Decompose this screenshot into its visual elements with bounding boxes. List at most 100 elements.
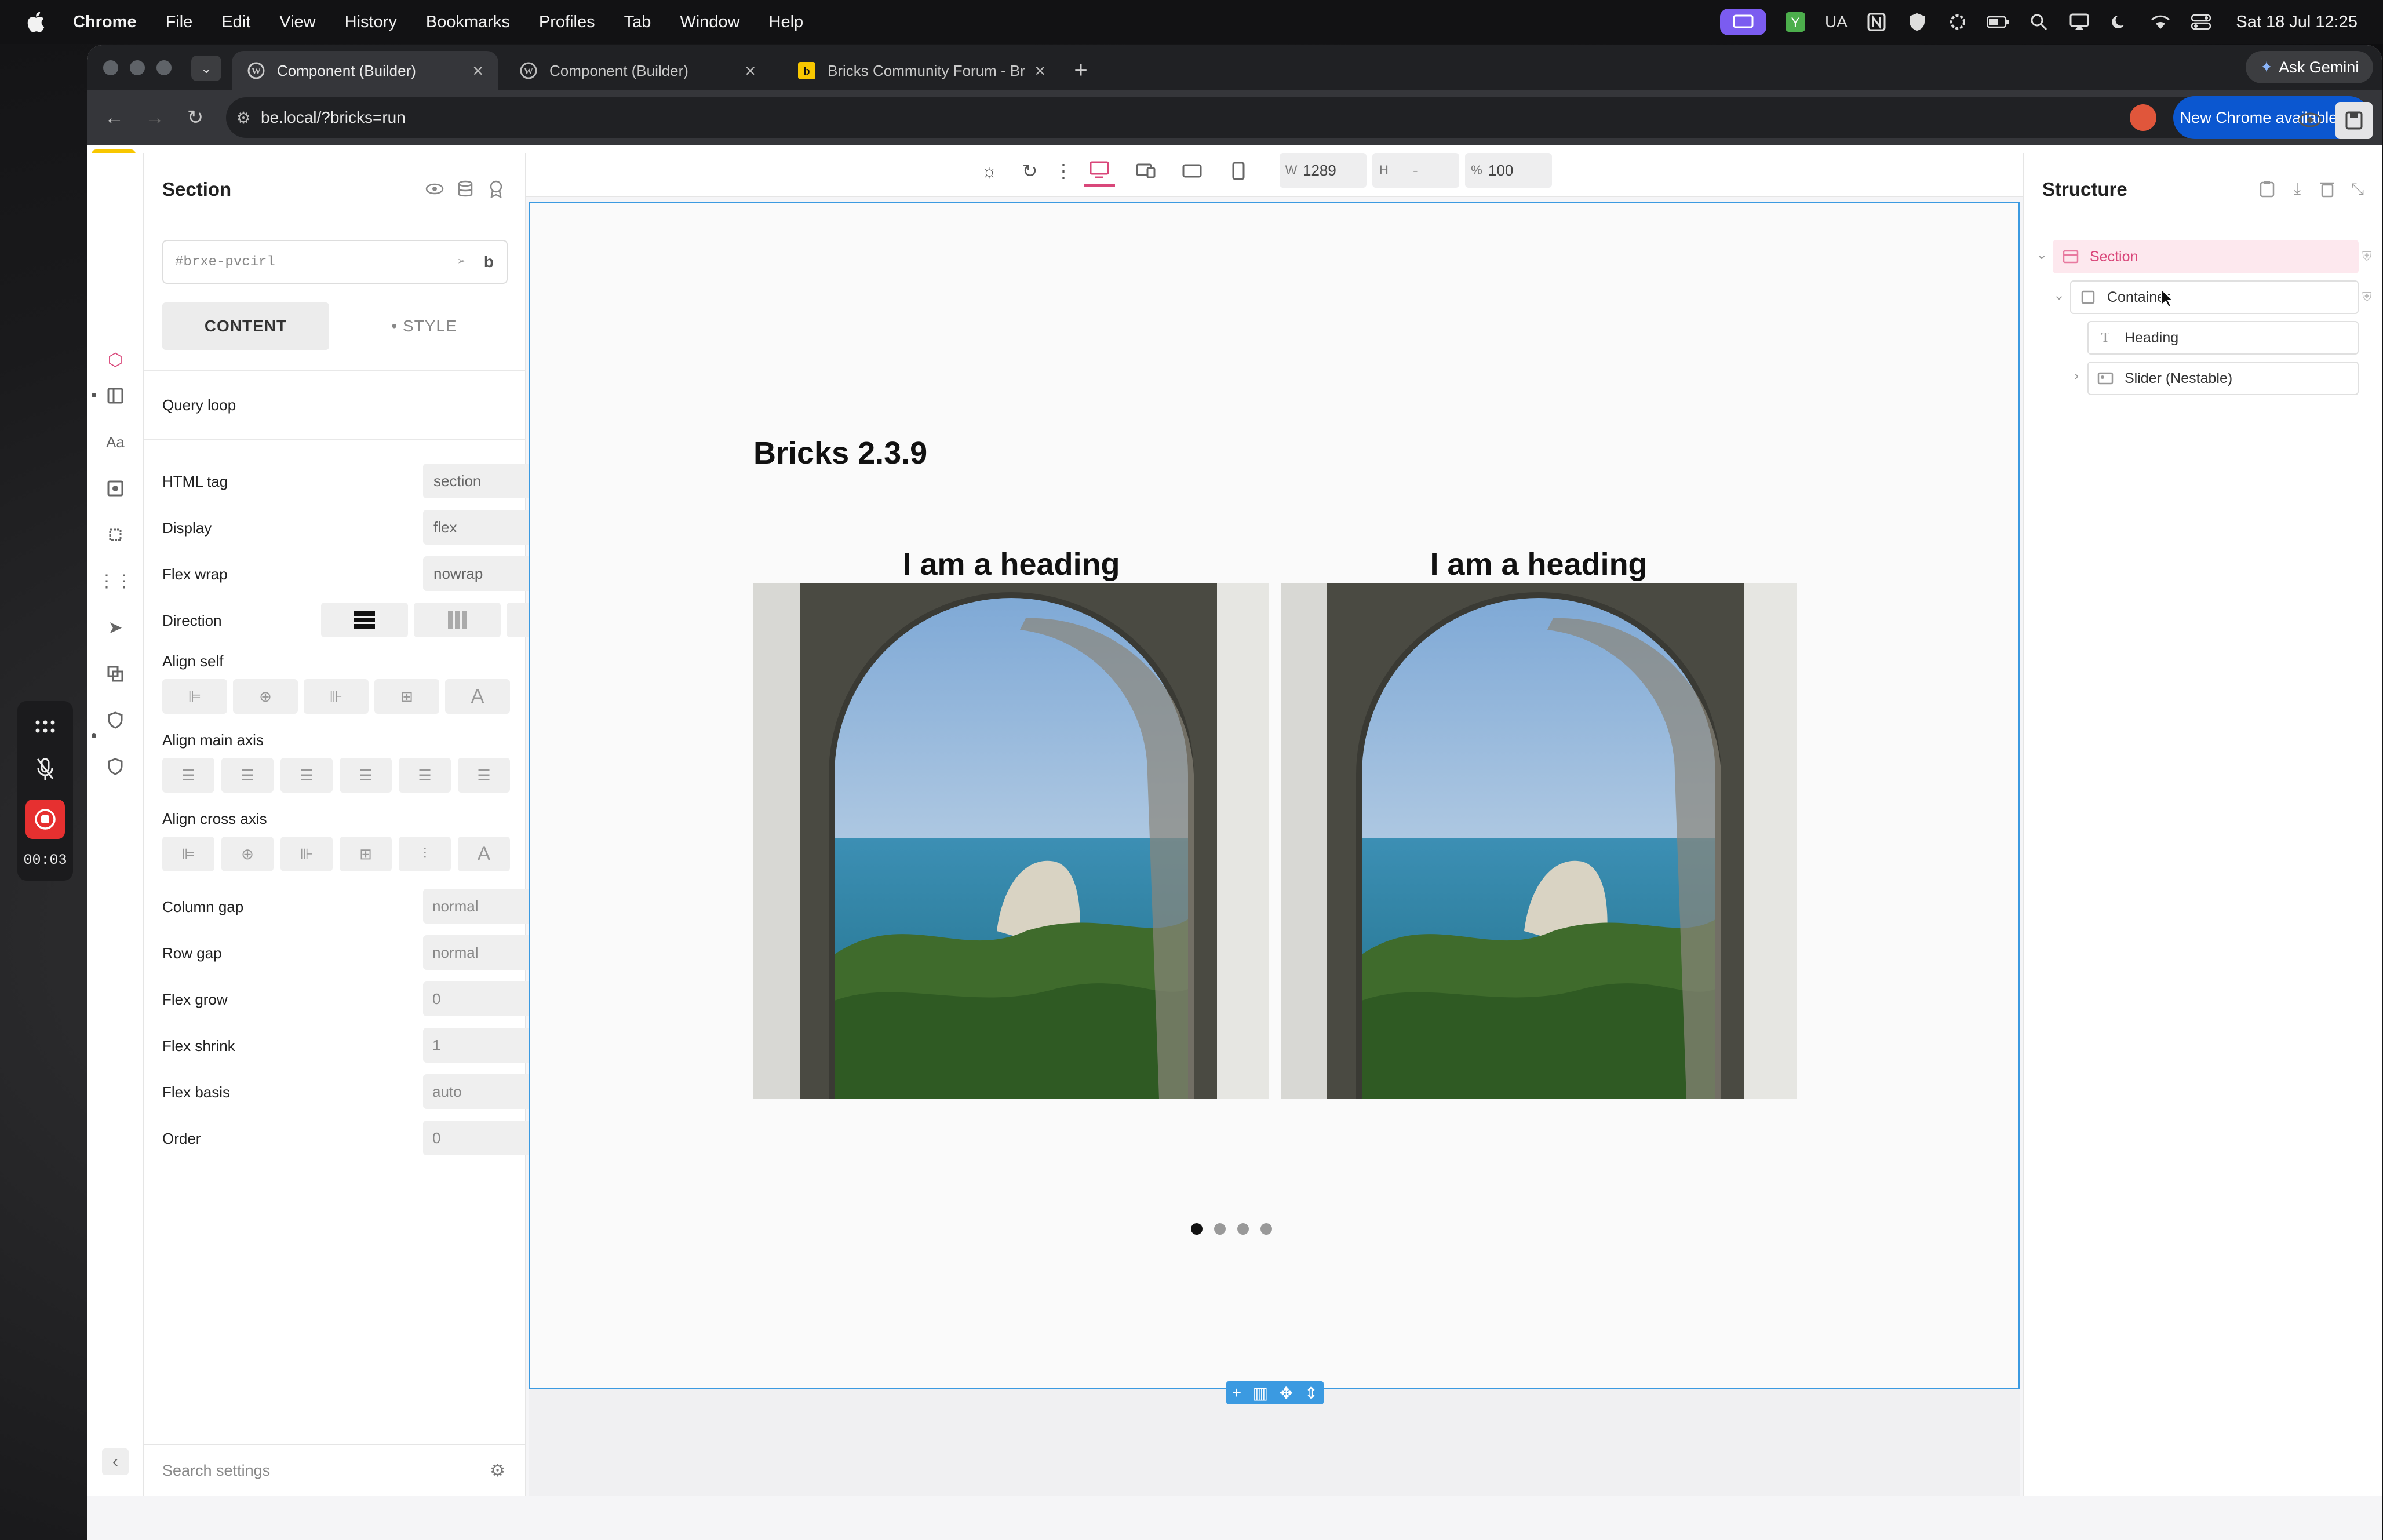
collapse-chevron-left-icon[interactable]: ‹ xyxy=(102,1448,129,1475)
node-shield-icon[interactable]: ⛨ xyxy=(2362,249,2372,264)
microphone-muted-icon[interactable] xyxy=(31,756,59,783)
window-close-button[interactable] xyxy=(103,60,118,75)
visibility-eye-icon[interactable] xyxy=(423,177,446,200)
justify-around-icon[interactable]: ☰ xyxy=(399,758,451,793)
align-self-center-icon[interactable]: ⊕ xyxy=(233,679,298,714)
element-cube-icon[interactable]: ⬡ xyxy=(102,346,129,373)
tab-bricks-forum[interactable]: b Bricks Community Forum - Br × xyxy=(782,51,1061,90)
screen-share-icon[interactable] xyxy=(1720,9,1767,35)
tab-close-icon[interactable]: × xyxy=(1034,60,1045,82)
search-settings-input[interactable]: Search settings ⚙ xyxy=(144,1444,526,1496)
gap-icon[interactable]: ⋮⋮ xyxy=(98,568,133,594)
tab-search-chevron-icon[interactable]: ⌄ xyxy=(191,56,221,81)
slider-slide[interactable]: I am a heading xyxy=(753,545,1269,1099)
section-action-handle[interactable]: + ▥ ✥ ⇕ xyxy=(1226,1381,1324,1404)
gear-badge-icon[interactable] xyxy=(1946,10,1969,34)
align-self-start-icon[interactable]: ⊫ xyxy=(162,679,227,714)
menu-tab[interactable]: Tab xyxy=(624,13,651,32)
window-minimize-button[interactable] xyxy=(130,60,145,75)
pagination-dot-3[interactable] xyxy=(1237,1223,1249,1235)
justify-start-icon[interactable]: ☰ xyxy=(162,758,214,793)
database-icon[interactable] xyxy=(454,177,477,200)
move-vertical-icon[interactable]: ⇕ xyxy=(1305,1384,1318,1403)
justify-center-icon[interactable]: ☰ xyxy=(221,758,274,793)
menu-chrome[interactable]: Chrome xyxy=(73,13,137,32)
structure-node-section[interactable]: Section xyxy=(2053,240,2359,273)
pagination-dot-4[interactable] xyxy=(1260,1223,1272,1235)
pagination-dot-2[interactable] xyxy=(1214,1223,1226,1235)
menu-profiles[interactable]: Profiles xyxy=(539,13,595,32)
menu-file[interactable]: File xyxy=(166,13,193,32)
slide-heading[interactable]: I am a heading xyxy=(753,545,1269,583)
site-info-icon[interactable]: ⚙ xyxy=(226,108,261,127)
structure-node-heading[interactable]: T Heading xyxy=(2087,321,2359,355)
align-items-start-icon[interactable]: ⊫ xyxy=(162,837,214,871)
tab-close-icon[interactable]: × xyxy=(472,60,483,82)
justify-between-icon[interactable]: ☰ xyxy=(340,758,392,793)
columns-icon[interactable]: ▥ xyxy=(1253,1384,1268,1403)
menu-window[interactable]: Window xyxy=(680,13,739,32)
reload-icon[interactable]: ↻ xyxy=(181,103,210,132)
slide-heading[interactable]: I am a heading xyxy=(1281,545,1797,583)
tab-content[interactable]: CONTENT xyxy=(162,302,329,350)
attributes-shield-icon[interactable] xyxy=(102,753,129,780)
page-heading[interactable]: Bricks 2.3.9 xyxy=(753,435,927,471)
shield-icon[interactable] xyxy=(1905,10,1929,34)
slide-image[interactable] xyxy=(753,583,1269,1099)
direction-row-button[interactable] xyxy=(321,603,408,637)
preview-eye-icon[interactable] xyxy=(2295,104,2326,136)
menu-bar-clock[interactable]: Sat 18 Jul 12:25 xyxy=(2236,13,2358,32)
control-center-icon[interactable] xyxy=(2189,10,2213,34)
slide-image[interactable] xyxy=(1281,583,1797,1099)
layout-icon[interactable] xyxy=(102,382,129,409)
menu-edit[interactable]: Edit xyxy=(221,13,250,32)
menu-view[interactable]: View xyxy=(279,13,315,32)
focus-moon-icon[interactable] xyxy=(2108,10,2131,34)
css-id-field[interactable]: #brxe-pvcirl ➢ b xyxy=(162,240,508,284)
chevron-right-icon[interactable]: › xyxy=(2068,367,2085,385)
wifi-icon[interactable] xyxy=(2149,10,2172,34)
node-shield-icon[interactable]: ⛨ xyxy=(2362,290,2372,305)
background-icon[interactable] xyxy=(102,475,129,502)
window-zoom-button[interactable] xyxy=(156,60,172,75)
structure-node-slider[interactable]: Slider (Nestable) xyxy=(2087,362,2359,395)
align-self-baseline-icon[interactable]: A xyxy=(445,679,510,714)
url-text[interactable]: be.local/?bricks=run xyxy=(261,108,406,127)
notion-icon[interactable] xyxy=(1865,10,1888,34)
align-self-end-icon[interactable]: ⊪ xyxy=(304,679,369,714)
structure-node-container[interactable]: Container xyxy=(2070,280,2359,314)
app-y-icon[interactable]: Y xyxy=(1784,10,1807,34)
keyboard-layout-indicator[interactable]: UA xyxy=(1824,10,1848,34)
tab-close-icon[interactable]: × xyxy=(745,60,756,82)
align-items-baseline-icon[interactable]: A xyxy=(458,837,510,871)
chevron-down-icon[interactable]: ⌄ xyxy=(2033,246,2050,263)
badge-icon[interactable] xyxy=(484,177,508,200)
trash-icon[interactable] xyxy=(2316,177,2339,200)
align-items-end-icon[interactable]: ⊪ xyxy=(280,837,333,871)
move-horizontal-icon[interactable]: ✥ xyxy=(1280,1384,1293,1403)
settings-gear-icon[interactable]: ⚙ xyxy=(490,1461,505,1481)
menu-history[interactable]: History xyxy=(345,13,397,32)
save-icon[interactable] xyxy=(2335,102,2373,139)
forward-arrow-icon[interactable]: → xyxy=(140,103,169,132)
menu-help[interactable]: Help xyxy=(769,13,804,32)
apple-icon[interactable] xyxy=(23,9,50,35)
tab-style[interactable]: • STYLE xyxy=(341,302,508,350)
menu-bookmarks[interactable]: Bookmarks xyxy=(426,13,510,32)
new-tab-plus-icon[interactable]: + xyxy=(1066,56,1095,85)
grid-dots-icon[interactable] xyxy=(31,713,59,740)
align-items-center-icon[interactable]: ⊕ xyxy=(221,837,274,871)
tab-component-builder[interactable]: W Component (Builder) × xyxy=(504,51,771,90)
profile-avatar[interactable] xyxy=(2130,104,2156,131)
cursor-icon[interactable]: ➤ xyxy=(102,614,129,641)
spotlight-search-icon[interactable] xyxy=(2027,10,2050,34)
transform-icon[interactable] xyxy=(102,660,129,687)
stop-recording-button[interactable] xyxy=(25,800,65,839)
tab-component-builder-active[interactable]: W Component (Builder) × xyxy=(232,51,498,90)
screen-mirroring-icon[interactable] xyxy=(2068,10,2091,34)
back-arrow-icon[interactable]: ← xyxy=(100,103,129,132)
add-plus-icon[interactable]: + xyxy=(1232,1384,1241,1402)
css-id-value[interactable]: #brxe-pvcirl xyxy=(175,254,275,270)
battery-icon[interactable] xyxy=(1987,10,2010,34)
collapse-icon[interactable]: ⤡ xyxy=(2346,177,2369,200)
